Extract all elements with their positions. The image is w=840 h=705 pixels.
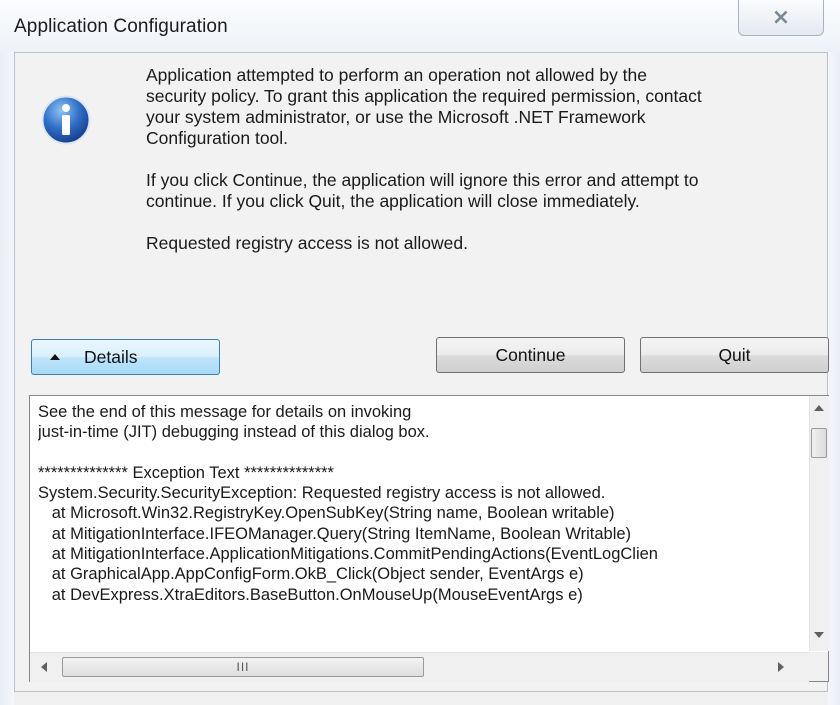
scroll-grip: III bbox=[236, 660, 250, 674]
horizontal-scroll-thumb[interactable]: III bbox=[62, 657, 424, 677]
close-button[interactable]: ⨯ bbox=[738, 0, 824, 36]
horizontal-scrollbar[interactable]: III bbox=[30, 652, 809, 682]
continue-button-label: Continue bbox=[495, 344, 566, 365]
exception-details-text[interactable]: See the end of this message for details … bbox=[38, 402, 798, 652]
message-paragraph-instructions: If you click Continue, the application w… bbox=[146, 170, 699, 211]
quit-button[interactable]: Quit bbox=[640, 337, 829, 373]
vertical-scroll-thumb[interactable] bbox=[811, 428, 827, 458]
collapse-arrow-icon bbox=[50, 354, 60, 360]
quit-button-label: Quit bbox=[718, 344, 751, 365]
message-text: Application attempted to perform an oper… bbox=[146, 65, 806, 275]
info-icon bbox=[41, 95, 91, 145]
scroll-down-arrow-icon[interactable] bbox=[814, 632, 824, 638]
message-paragraph-reason: Requested registry access is not allowed… bbox=[146, 233, 468, 253]
details-button-label: Details bbox=[84, 346, 138, 367]
vertical-scrollbar[interactable] bbox=[809, 396, 829, 651]
scroll-right-arrow-icon[interactable] bbox=[778, 662, 784, 672]
title-bar: Application Configuration ⨯ bbox=[0, 0, 840, 52]
dialog-body: Application attempted to perform an oper… bbox=[14, 52, 829, 692]
continue-button[interactable]: Continue bbox=[436, 337, 625, 373]
close-icon: ⨯ bbox=[771, 3, 791, 29]
scroll-up-arrow-icon[interactable] bbox=[814, 405, 824, 411]
window-title: Application Configuration bbox=[14, 16, 228, 37]
details-button[interactable]: Details bbox=[31, 339, 220, 375]
scroll-left-arrow-icon[interactable] bbox=[41, 662, 47, 672]
details-textbox[interactable]: See the end of this message for details … bbox=[29, 395, 829, 682]
message-paragraph-policy: Application attempted to perform an oper… bbox=[146, 65, 702, 148]
window-frame-left bbox=[0, 52, 14, 705]
window-frame-right bbox=[828, 52, 840, 705]
scrollbar-corner bbox=[809, 652, 828, 681]
